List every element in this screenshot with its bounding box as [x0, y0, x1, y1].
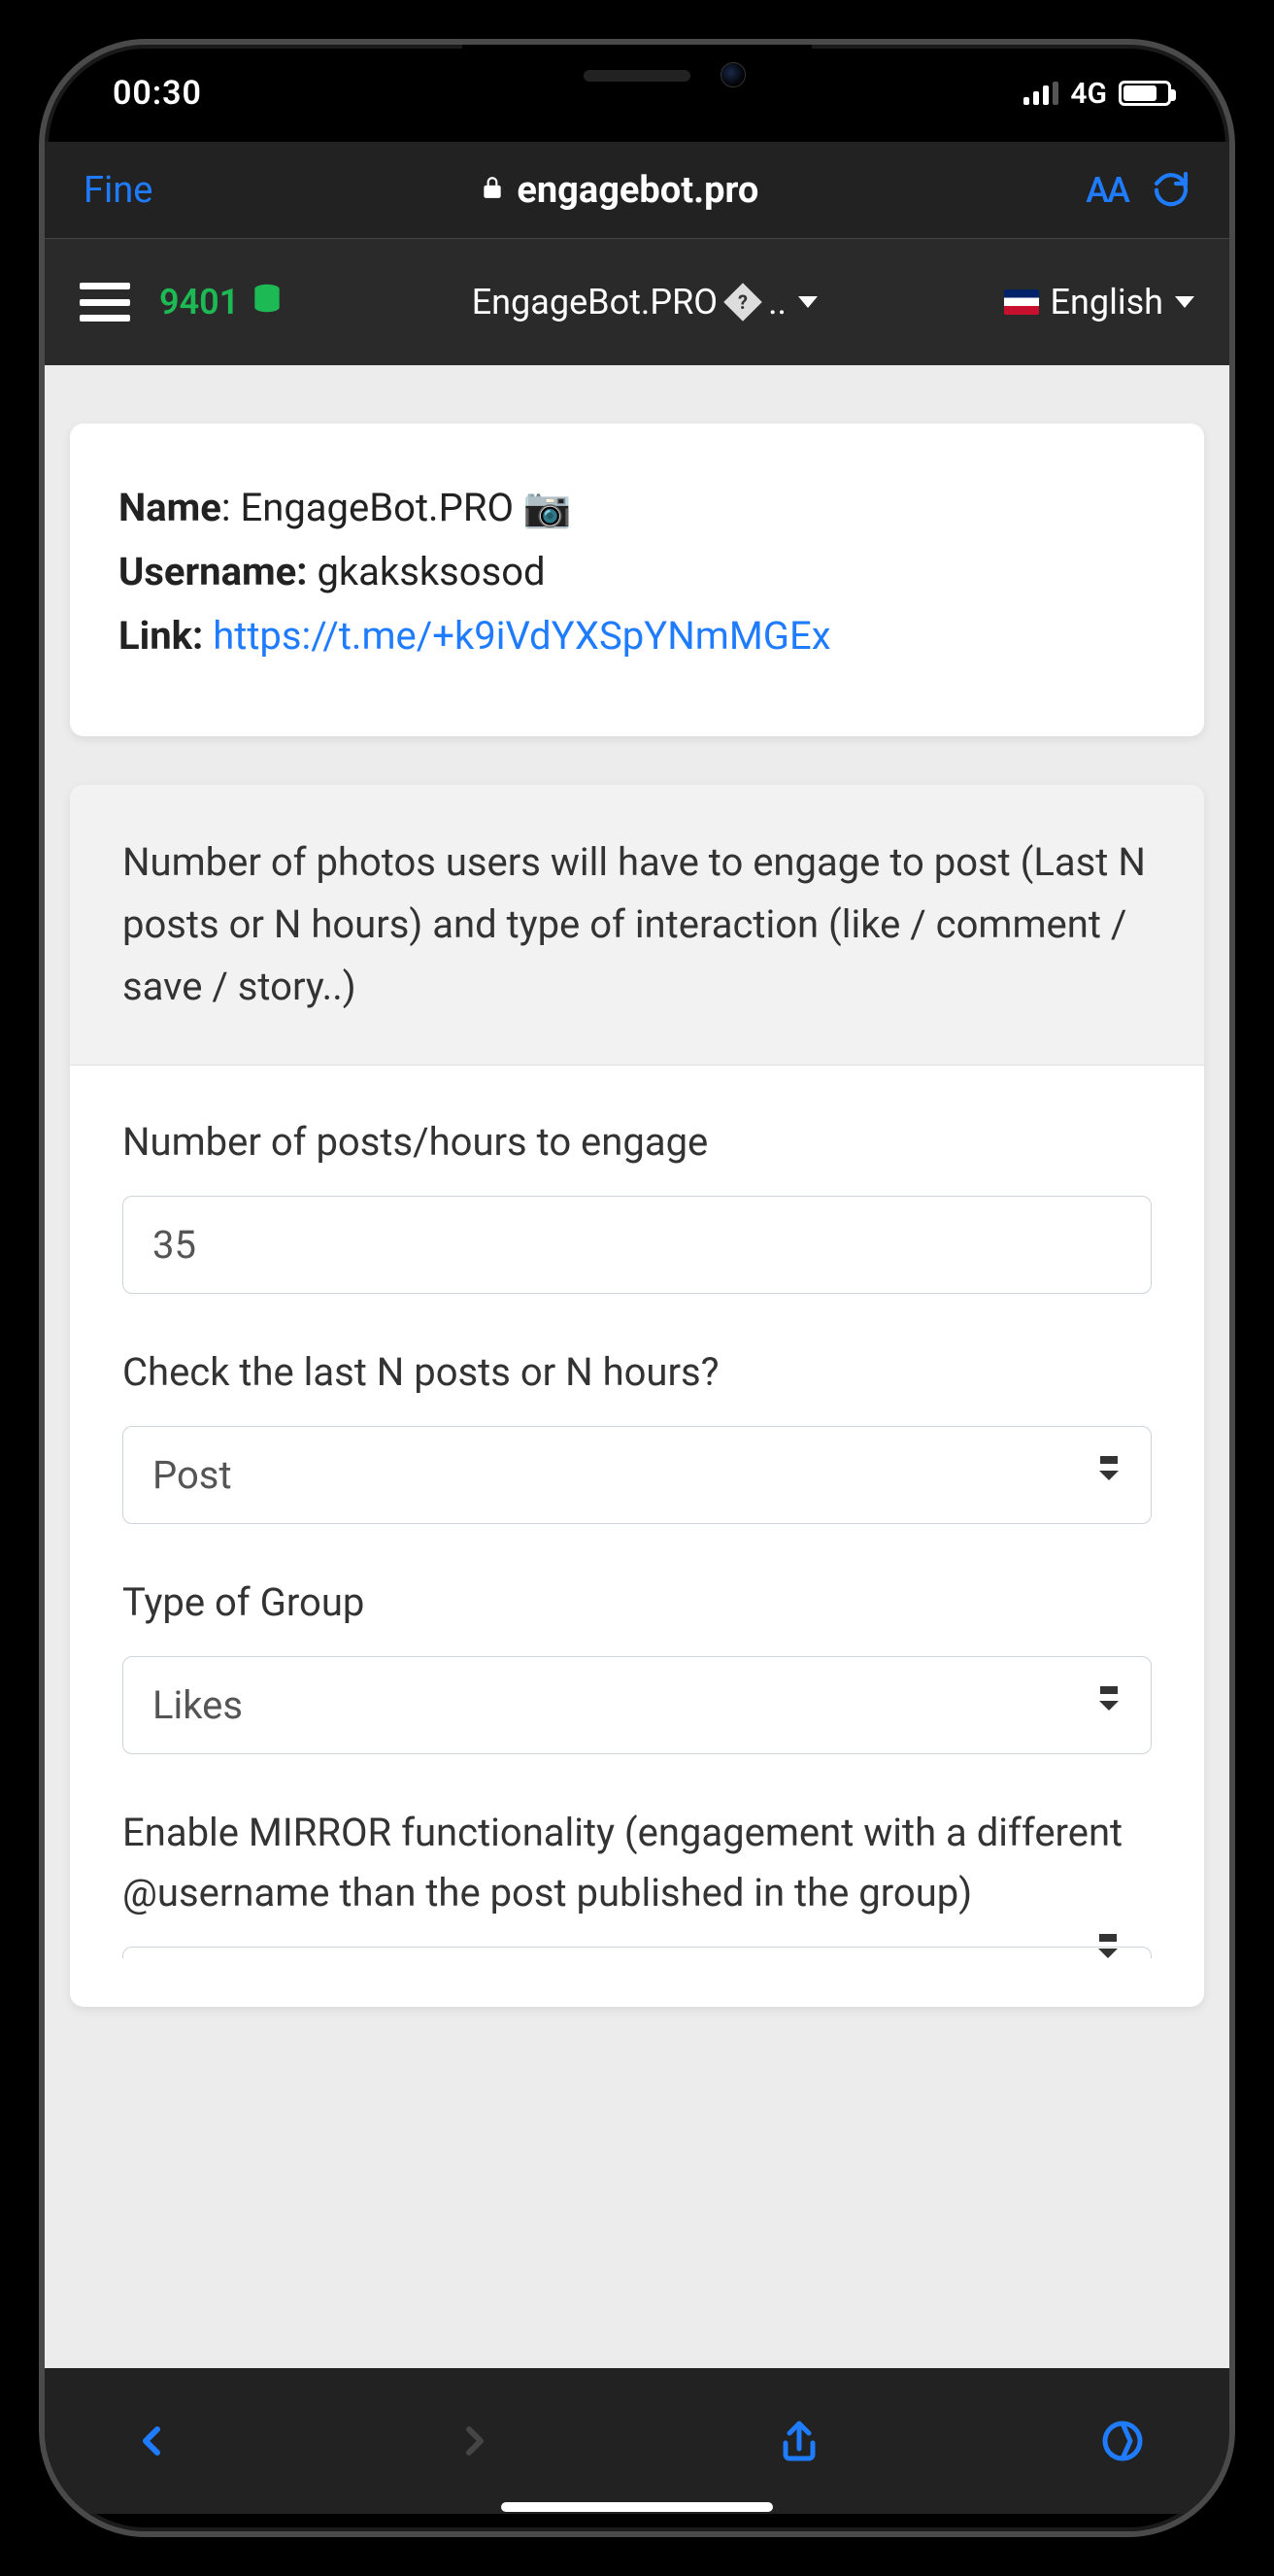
reader-button[interactable]: AA	[1086, 170, 1128, 211]
url-display[interactable]: engagebot.pro	[176, 169, 1062, 212]
menu-button[interactable]	[80, 283, 130, 322]
bot-dropdown-label: EngageBot.PRO	[472, 282, 718, 322]
posts-label: Number of posts/hours to engage	[122, 1112, 1152, 1172]
phone-frame: 00:30 4G Fine engagebot.pro AA 9401 E	[39, 39, 1235, 2537]
language-dropdown[interactable]: English	[1004, 282, 1194, 322]
bot-link[interactable]: https://t.me/+k9iVdYXSpYNmMGEx	[213, 613, 830, 659]
type-label: Type of Group	[122, 1573, 1152, 1633]
browser-back-button[interactable]: Fine	[84, 169, 152, 212]
section-header: Number of photos users will have to enga…	[70, 785, 1204, 1066]
notch	[462, 45, 812, 103]
mirror-label: Enable MIRROR functionality (engagement …	[122, 1803, 1152, 1923]
chevron-down-icon	[798, 296, 818, 308]
tabs-button[interactable]	[1093, 2412, 1152, 2470]
bot-username-row: Username: gkaksksosod	[118, 540, 1156, 604]
bot-info-card: Name: EngageBot.PRO 📷 Username: gkakskso…	[70, 424, 1204, 736]
app-bar: 9401 EngageBot.PRO ? .. English	[45, 239, 1229, 365]
signal-icon	[1023, 82, 1058, 105]
browser-toolbar: Fine engagebot.pro AA	[45, 142, 1229, 239]
credits-value: 9401	[159, 282, 239, 322]
page-content[interactable]: Name: EngageBot.PRO 📷 Username: gkakskso…	[45, 365, 1229, 2368]
uk-flag-icon	[1004, 289, 1039, 315]
bot-name-row: Name: EngageBot.PRO 📷	[118, 476, 1156, 540]
nav-forward-button[interactable]	[446, 2412, 504, 2470]
language-label: English	[1051, 282, 1163, 322]
lock-icon	[480, 169, 505, 212]
coins-icon	[249, 280, 285, 325]
bot-link-row: Link: https://t.me/+k9iVdYXSpYNmMGEx	[118, 604, 1156, 668]
diamond-icon: ?	[723, 283, 762, 322]
engagement-section: Number of photos users will have to enga…	[70, 785, 1204, 2007]
battery-icon	[1119, 81, 1171, 106]
home-indicator[interactable]	[501, 2502, 773, 2512]
share-button[interactable]	[770, 2412, 828, 2470]
network-label: 4G	[1070, 77, 1107, 111]
type-select[interactable]: Likes	[122, 1656, 1152, 1754]
bot-username-value: gkaksksosod	[317, 549, 545, 594]
credits-display[interactable]: 9401	[159, 280, 285, 325]
status-time: 00:30	[113, 74, 202, 113]
check-label: Check the last N posts or N hours?	[122, 1342, 1152, 1403]
bot-name-value: EngageBot.PRO 📷	[241, 485, 572, 530]
url-domain: engagebot.pro	[517, 169, 758, 212]
nav-back-button[interactable]	[122, 2412, 181, 2470]
posts-input[interactable]	[122, 1196, 1152, 1294]
bot-dropdown[interactable]: EngageBot.PRO ? ..	[315, 282, 974, 322]
refresh-button[interactable]	[1152, 169, 1190, 212]
browser-bottom-bar	[45, 2368, 1229, 2514]
check-select[interactable]: Post	[122, 1426, 1152, 1524]
chevron-down-icon	[1175, 296, 1194, 308]
